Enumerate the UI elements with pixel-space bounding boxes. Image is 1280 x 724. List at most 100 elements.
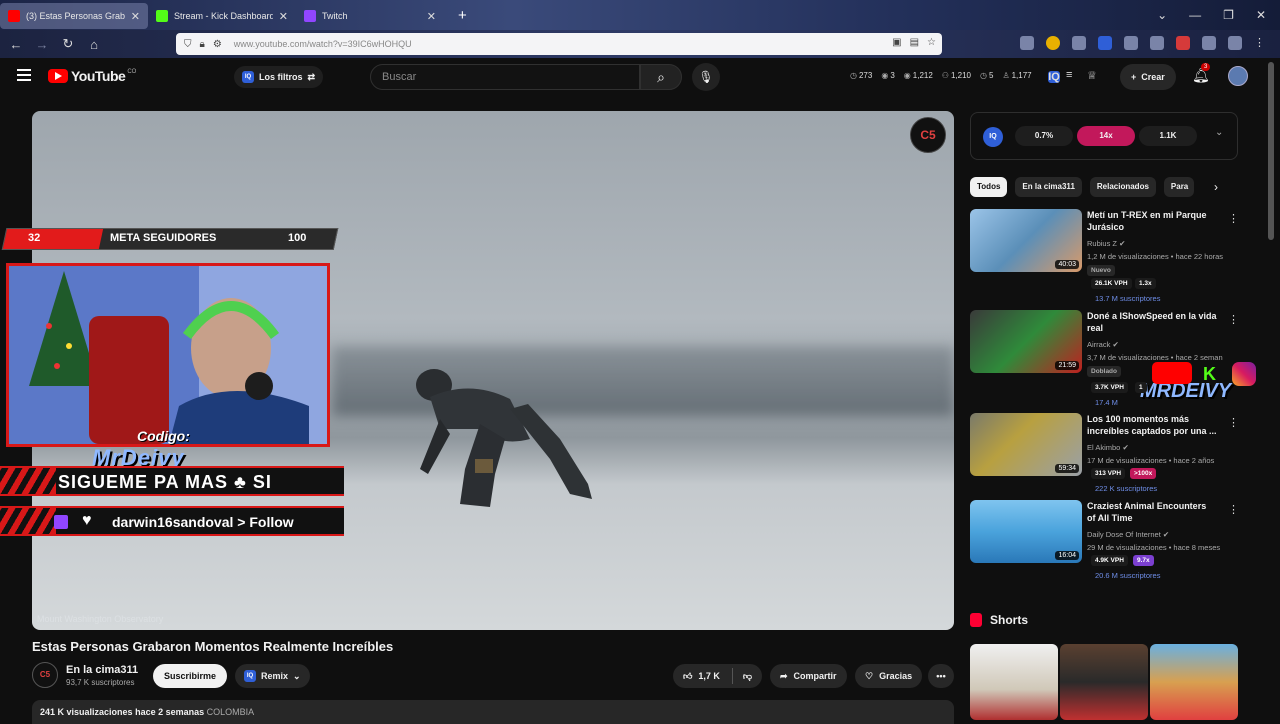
- close-icon[interactable]: ✕: [131, 10, 140, 23]
- recommendation-title[interactable]: Los 100 momentos más increíbles captados…: [1087, 413, 1217, 437]
- list-icon[interactable]: ≡: [1066, 69, 1072, 81]
- bookmark-star-icon[interactable]: ☆: [927, 37, 936, 48]
- chip-channel[interactable]: En la cima311: [1015, 177, 1082, 197]
- short-thumbnail[interactable]: [1060, 644, 1148, 720]
- recommendation-channel[interactable]: El Akimbo ✔︎: [1087, 443, 1129, 452]
- youtube-logo[interactable]: YouTube CO: [48, 68, 136, 84]
- more-vertical-icon[interactable]: ⋮: [1228, 416, 1239, 429]
- recommendation-title[interactable]: Doné a IShowSpeed en la vida real: [1087, 310, 1217, 334]
- remix-button[interactable]: IQ Remix ⌄: [235, 664, 310, 688]
- extension-icon[interactable]: [1124, 36, 1138, 50]
- video-thumbnail[interactable]: 21:59: [970, 310, 1082, 373]
- recommendation-title[interactable]: Metí un T-REX en mi Parque Jurásico: [1087, 209, 1217, 233]
- webcam-scene: [9, 266, 327, 444]
- recommendation-item[interactable]: 21:59 Doné a IShowSpeed en la vida real …: [970, 310, 1240, 407]
- close-icon[interactable]: ✕: [427, 10, 436, 23]
- search-button[interactable]: ⌕: [640, 64, 682, 90]
- recommendation-item[interactable]: 16:04 Craziest Animal Encounters of All …: [970, 500, 1240, 585]
- short-thumbnail[interactable]: [1150, 644, 1238, 720]
- multiplier-badge: 9.7x: [1133, 555, 1154, 566]
- thumbs-down-icon[interactable]: 👎︎: [743, 671, 752, 682]
- browser-tab-twitch[interactable]: Twitch ✕: [296, 3, 444, 29]
- reader-icon[interactable]: ▤: [910, 37, 919, 48]
- hamburger-menu-icon[interactable]: [17, 69, 31, 84]
- vidiq-extension-icon[interactable]: [1098, 36, 1112, 50]
- emoji-extension-icon[interactable]: [1046, 36, 1060, 50]
- recommendation-item[interactable]: 59:34 Los 100 momentos más increíbles ca…: [970, 413, 1240, 498]
- address-bar[interactable]: ⛉ 🔒︎ ⚙ www.youtube.com/watch?v=39IC6wHOH…: [176, 33, 942, 55]
- browser-navbar: ← → ↻ ⌂ ⛉ 🔒︎ ⚙ www.youtube.com/watch?v=3…: [0, 30, 1280, 58]
- extension-icon[interactable]: [1176, 36, 1190, 50]
- recommendation-subs: 20.6 M suscriptores: [1095, 571, 1161, 580]
- home-icon[interactable]: ⌂: [82, 37, 106, 52]
- picture-icon[interactable]: ▣: [892, 37, 901, 48]
- reload-icon[interactable]: ↻: [56, 36, 80, 52]
- vidiq-icon[interactable]: IQ: [1048, 71, 1060, 83]
- menu-kebab-icon[interactable]: ⋮: [1254, 36, 1268, 50]
- subscribe-button[interactable]: Suscribirme: [153, 664, 228, 688]
- extension-icon[interactable]: [1072, 36, 1086, 50]
- browser-tab-kick[interactable]: Stream - Kick Dashboard ✕: [148, 3, 296, 29]
- more-actions-button[interactable]: •••: [928, 664, 954, 688]
- video-thumbnail[interactable]: 16:04: [970, 500, 1082, 563]
- library-icon[interactable]: [1020, 36, 1034, 50]
- create-button[interactable]: + Crear: [1120, 64, 1176, 90]
- subscriber-count: 93,7 K suscriptores: [66, 678, 135, 687]
- tab-title: Stream - Kick Dashboard: [174, 11, 273, 21]
- channel-avatar[interactable]: C5: [32, 662, 58, 688]
- extension-icon[interactable]: [1202, 36, 1216, 50]
- chip-for-you[interactable]: Para: [1163, 177, 1194, 197]
- tab-list-chevron-icon[interactable]: ⌄: [1157, 8, 1167, 22]
- page-scrollbar[interactable]: [1268, 62, 1274, 240]
- recommendation-item[interactable]: 40:03 Metí un T-REX en mi Parque Jurásic…: [970, 209, 1240, 304]
- description-box[interactable]: 241 K visualizaciones hace 2 semanas COL…: [32, 700, 954, 724]
- short-thumbnail[interactable]: [970, 644, 1058, 720]
- thanks-button[interactable]: ♡ Gracias: [855, 664, 923, 688]
- search-box[interactable]: [370, 64, 640, 90]
- voice-search-button[interactable]: 🎙︎: [692, 63, 720, 91]
- more-horizontal-icon: •••: [936, 671, 946, 681]
- like-button[interactable]: 👍︎ 1,7 K 👎︎: [673, 664, 763, 688]
- video-thumbnail[interactable]: 59:34: [970, 413, 1082, 476]
- recommendation-channel[interactable]: Daily Dose Of Internet ✔︎: [1087, 530, 1169, 539]
- chevron-down-icon[interactable]: ⌄: [1215, 127, 1223, 138]
- forward-icon[interactable]: →: [30, 37, 54, 52]
- new-tab-icon[interactable]: +: [458, 7, 467, 24]
- channel-name[interactable]: En la cima311: [66, 664, 138, 676]
- twitch-username: darwin16sandoval: [112, 514, 234, 530]
- recommendation-title[interactable]: Craziest Animal Encounters of All Time: [1087, 500, 1217, 524]
- browser-tab-youtube[interactable]: (3) Estas Personas Grabaron ✕: [0, 3, 148, 29]
- vidiq-stat: 1.1K: [1139, 126, 1197, 146]
- account-avatar[interactable]: [1228, 66, 1248, 86]
- extension-icon[interactable]: [1150, 36, 1164, 50]
- vidiq-icon: IQ: [242, 71, 254, 83]
- channel-name: Rubius Z: [1087, 239, 1118, 248]
- back-icon[interactable]: ←: [4, 37, 28, 52]
- chip-related[interactable]: Relacionados: [1089, 177, 1156, 197]
- search-input[interactable]: [382, 71, 639, 83]
- close-icon[interactable]: ✕: [279, 10, 288, 23]
- chip-all[interactable]: Todos: [970, 177, 1008, 197]
- trophy-icon[interactable]: ♕: [1087, 69, 1097, 82]
- notifications-button[interactable]: 🔔︎ 3: [1192, 63, 1211, 84]
- recommendation-channel[interactable]: Airrack ✔︎: [1087, 340, 1119, 349]
- filters-button[interactable]: IQ Los filtros ⇄: [234, 66, 324, 88]
- more-vertical-icon[interactable]: ⋮: [1228, 503, 1239, 516]
- chevron-right-icon[interactable]: ›: [1214, 180, 1218, 194]
- share-button[interactable]: ➦ Compartir: [770, 664, 847, 688]
- stat-value: 5: [988, 71, 994, 80]
- minimize-icon[interactable]: —: [1189, 8, 1201, 22]
- video-thumbnail[interactable]: 40:03: [970, 209, 1082, 272]
- youtube-favicon-icon: [8, 10, 20, 22]
- vidiq-logo-icon[interactable]: IQ: [983, 127, 1003, 147]
- restore-icon[interactable]: ❐: [1223, 8, 1234, 22]
- extensions-puzzle-icon[interactable]: [1228, 36, 1242, 50]
- vidiq-stat: 0.7%: [1015, 126, 1073, 146]
- more-vertical-icon[interactable]: ⋮: [1228, 212, 1239, 225]
- goal-current: 32: [28, 232, 41, 244]
- more-vertical-icon[interactable]: ⋮: [1228, 313, 1239, 326]
- window-close-icon[interactable]: ✕: [1256, 8, 1266, 22]
- vph-badge: 3.7K VPH: [1091, 382, 1128, 393]
- recommendation-channel[interactable]: Rubius Z ✔︎: [1087, 239, 1125, 248]
- channel-logo-overlay: C5: [910, 117, 946, 153]
